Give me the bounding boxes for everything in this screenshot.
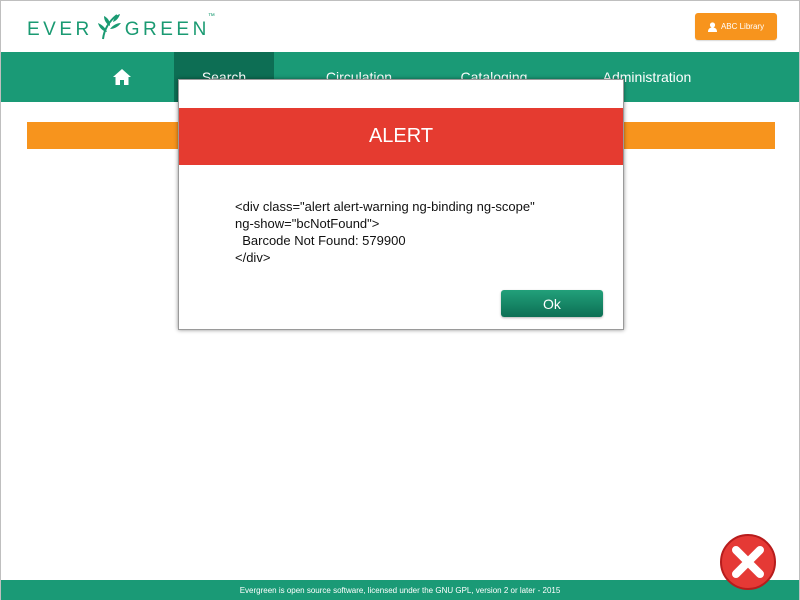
header: EVER GREEN ™ ABC Library (1, 1, 799, 51)
close-icon[interactable] (719, 533, 777, 591)
alert-modal: ALERT <div class="alert alert-warning ng… (178, 79, 624, 330)
evergreen-logo: EVER GREEN ™ (27, 13, 215, 41)
library-button[interactable]: ABC Library (695, 13, 777, 40)
modal-message-line: ng-show="bcNotFound"> (235, 216, 380, 231)
trademark-mark: ™ (207, 13, 215, 20)
logo-text-left: EVER (27, 19, 93, 40)
leaf-icon (97, 14, 121, 40)
modal-top-spacer (179, 80, 623, 108)
footer-text: Evergreen is open source software, licen… (239, 585, 561, 595)
nav-home[interactable] (101, 52, 143, 102)
library-label: ABC Library (720, 22, 765, 31)
modal-message-line: Barcode Not Found: 579900 (235, 233, 406, 248)
modal-message: <div class="alert alert-warning ng-bindi… (235, 198, 595, 266)
modal-title: ALERT (179, 108, 623, 165)
user-icon (707, 21, 717, 32)
home-icon (113, 69, 131, 85)
modal-message-line: </div> (235, 250, 271, 265)
logo-text-right: GREEN (124, 19, 210, 40)
ok-button[interactable]: Ok (501, 290, 603, 317)
modal-message-line: <div class="alert alert-warning ng-bindi… (235, 199, 535, 214)
footer: Evergreen is open source software, licen… (1, 580, 799, 600)
